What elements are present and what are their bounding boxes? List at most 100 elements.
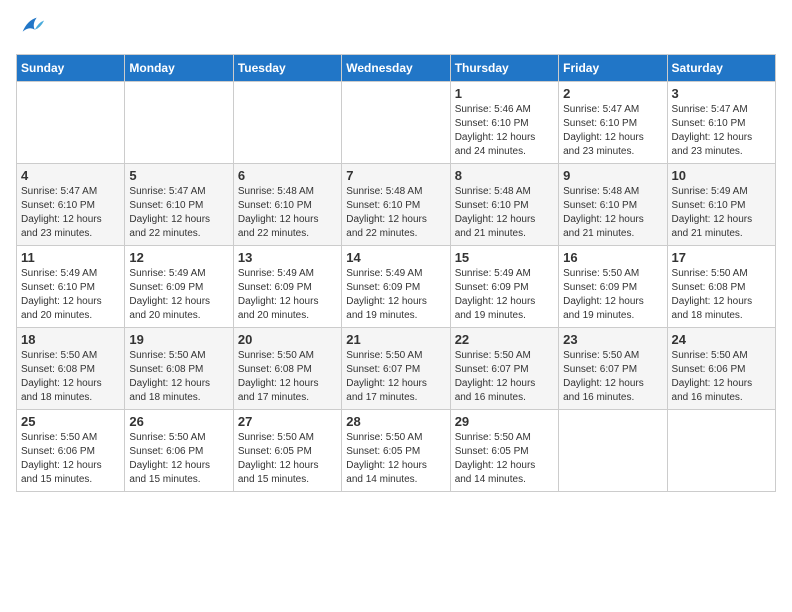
calendar-table: SundayMondayTuesdayWednesdayThursdayFrid… <box>16 54 776 492</box>
day-number: 9 <box>563 168 662 183</box>
calendar-cell <box>559 410 667 492</box>
calendar-cell: 27 Sunrise: 5:50 AM Sunset: 6:05 PM Dayli… <box>233 410 341 492</box>
day-info: Sunrise: 5:50 AM Sunset: 6:05 PM Dayligh… <box>346 431 445 487</box>
day-number: 13 <box>238 250 337 265</box>
calendar-cell: 8 Sunrise: 5:48 AM Sunset: 6:10 PM Daylig… <box>450 164 558 246</box>
calendar-cell: 29 Sunrise: 5:50 AM Sunset: 6:05 PM Dayli… <box>450 410 558 492</box>
logo-bird-icon <box>18 13 46 41</box>
day-info: Sunrise: 5:49 AM Sunset: 6:09 PM Dayligh… <box>238 267 337 323</box>
calendar-week-row: 1Sunrise: 5:46 AM Sunset: 6:10 PM Daylig… <box>17 82 776 164</box>
calendar-cell: 25 Sunrise: 5:50 AM Sunset: 6:06 PM Dayli… <box>17 410 125 492</box>
calendar-cell: 6 Sunrise: 5:48 AM Sunset: 6:10 PM Daylig… <box>233 164 341 246</box>
calendar-cell: 7 Sunrise: 5:48 AM Sunset: 6:10 PM Daylig… <box>342 164 450 246</box>
day-info: Sunrise: 5:47 AM Sunset: 6:10 PM Dayligh… <box>129 185 228 241</box>
day-number: 8 <box>455 168 554 183</box>
day-info: Sunrise: 5:50 AM Sunset: 6:05 PM Dayligh… <box>455 431 554 487</box>
day-info: Sunrise: 5:50 AM Sunset: 6:06 PM Dayligh… <box>672 349 771 405</box>
day-number: 25 <box>21 414 120 429</box>
calendar-cell <box>233 82 341 164</box>
calendar-cell: 11 Sunrise: 5:49 AM Sunset: 6:10 PM Dayli… <box>17 246 125 328</box>
calendar-header-row: SundayMondayTuesdayWednesdayThursdayFrid… <box>17 55 776 82</box>
day-info: Sunrise: 5:48 AM Sunset: 6:10 PM Dayligh… <box>346 185 445 241</box>
day-info: Sunrise: 5:47 AM Sunset: 6:10 PM Dayligh… <box>563 103 662 159</box>
day-info: Sunrise: 5:48 AM Sunset: 6:10 PM Dayligh… <box>455 185 554 241</box>
calendar-cell: 18Sunrise: 5:50 AM Sunset: 6:08 PM Dayli… <box>17 328 125 410</box>
day-number: 11 <box>21 250 120 265</box>
day-number: 2 <box>563 86 662 101</box>
day-number: 1 <box>455 86 554 101</box>
day-number: 20 <box>238 332 337 347</box>
day-number: 19 <box>129 332 228 347</box>
day-info: Sunrise: 5:50 AM Sunset: 6:07 PM Dayligh… <box>563 349 662 405</box>
day-info: Sunrise: 5:49 AM Sunset: 6:09 PM Dayligh… <box>346 267 445 323</box>
day-number: 4 <box>21 168 120 183</box>
day-info: Sunrise: 5:47 AM Sunset: 6:10 PM Dayligh… <box>21 185 120 241</box>
weekday-header-monday: Monday <box>125 55 233 82</box>
calendar-cell: 4 Sunrise: 5:47 AM Sunset: 6:10 PM Daylig… <box>17 164 125 246</box>
calendar-cell: 10Sunrise: 5:49 AM Sunset: 6:10 PM Dayli… <box>667 164 775 246</box>
day-number: 17 <box>672 250 771 265</box>
calendar-cell: 21 Sunrise: 5:50 AM Sunset: 6:07 PM Dayli… <box>342 328 450 410</box>
day-number: 22 <box>455 332 554 347</box>
calendar-cell: 12 Sunrise: 5:49 AM Sunset: 6:09 PM Dayli… <box>125 246 233 328</box>
day-info: Sunrise: 5:50 AM Sunset: 6:08 PM Dayligh… <box>238 349 337 405</box>
weekday-header-friday: Friday <box>559 55 667 82</box>
day-info: Sunrise: 5:50 AM Sunset: 6:06 PM Dayligh… <box>21 431 120 487</box>
day-info: Sunrise: 5:49 AM Sunset: 6:10 PM Dayligh… <box>21 267 120 323</box>
calendar-cell: 9 Sunrise: 5:48 AM Sunset: 6:10 PM Daylig… <box>559 164 667 246</box>
calendar-cell: 22 Sunrise: 5:50 AM Sunset: 6:07 PM Dayli… <box>450 328 558 410</box>
calendar-cell: 13 Sunrise: 5:49 AM Sunset: 6:09 PM Dayli… <box>233 246 341 328</box>
day-number: 12 <box>129 250 228 265</box>
calendar-cell: 26 Sunrise: 5:50 AM Sunset: 6:06 PM Dayli… <box>125 410 233 492</box>
day-info: Sunrise: 5:49 AM Sunset: 6:09 PM Dayligh… <box>129 267 228 323</box>
day-number: 6 <box>238 168 337 183</box>
calendar-week-row: 4 Sunrise: 5:47 AM Sunset: 6:10 PM Daylig… <box>17 164 776 246</box>
calendar-cell: 17 Sunrise: 5:50 AM Sunset: 6:08 PM Dayli… <box>667 246 775 328</box>
day-info: Sunrise: 5:50 AM Sunset: 6:08 PM Dayligh… <box>129 349 228 405</box>
day-info: Sunrise: 5:49 AM Sunset: 6:10 PM Dayligh… <box>672 185 771 241</box>
day-number: 23 <box>563 332 662 347</box>
calendar-cell <box>125 82 233 164</box>
calendar-cell: 2 Sunrise: 5:47 AM Sunset: 6:10 PM Daylig… <box>559 82 667 164</box>
day-number: 16 <box>563 250 662 265</box>
day-number: 15 <box>455 250 554 265</box>
day-info: Sunrise: 5:50 AM Sunset: 6:07 PM Dayligh… <box>346 349 445 405</box>
day-number: 21 <box>346 332 445 347</box>
weekday-header-tuesday: Tuesday <box>233 55 341 82</box>
calendar-cell: 23 Sunrise: 5:50 AM Sunset: 6:07 PM Dayli… <box>559 328 667 410</box>
day-number: 28 <box>346 414 445 429</box>
day-info: Sunrise: 5:48 AM Sunset: 6:10 PM Dayligh… <box>563 185 662 241</box>
calendar-week-row: 11 Sunrise: 5:49 AM Sunset: 6:10 PM Dayli… <box>17 246 776 328</box>
page-header <box>16 16 776 44</box>
day-info: Sunrise: 5:48 AM Sunset: 6:10 PM Dayligh… <box>238 185 337 241</box>
day-number: 7 <box>346 168 445 183</box>
calendar-cell: 20 Sunrise: 5:50 AM Sunset: 6:08 PM Dayli… <box>233 328 341 410</box>
day-info: Sunrise: 5:50 AM Sunset: 6:09 PM Dayligh… <box>563 267 662 323</box>
day-info: Sunrise: 5:50 AM Sunset: 6:08 PM Dayligh… <box>672 267 771 323</box>
calendar-cell: 28 Sunrise: 5:50 AM Sunset: 6:05 PM Dayli… <box>342 410 450 492</box>
calendar-cell: 24 Sunrise: 5:50 AM Sunset: 6:06 PM Dayli… <box>667 328 775 410</box>
calendar-week-row: 18 Sunrise: 5:50 AM Sunset: 6:08 PM Dayli… <box>17 328 776 410</box>
day-number: 26 <box>129 414 228 429</box>
day-number: 14 <box>346 250 445 265</box>
day-info: Sunrise: 5:50 AM Sunset: 6:07 PM Dayligh… <box>455 349 554 405</box>
day-number: 18 <box>21 332 120 347</box>
day-number: 27 <box>238 414 337 429</box>
calendar-week-row: 25 Sunrise: 5:50 AM Sunset: 6:06 PM Dayli… <box>17 410 776 492</box>
weekday-header-wednesday: Wednesday <box>342 55 450 82</box>
day-number: 3 <box>672 86 771 101</box>
calendar-cell: 19 Sunrise: 5:50 AM Sunset: 6:08 PM Dayli… <box>125 328 233 410</box>
calendar-cell: 3 Sunrise: 5:47 AM Sunset: 6:10 PM Daylig… <box>667 82 775 164</box>
calendar-cell: 16 Sunrise: 5:50 AM Sunset: 6:09 PM Dayli… <box>559 246 667 328</box>
calendar-cell <box>17 82 125 164</box>
calendar-cell <box>667 410 775 492</box>
logo <box>16 20 46 44</box>
day-info: Sunrise: 5:47 AM Sunset: 6:10 PM Dayligh… <box>672 103 771 159</box>
calendar-cell <box>342 82 450 164</box>
day-number: 24 <box>672 332 771 347</box>
calendar-cell: 15Sunrise: 5:49 AM Sunset: 6:09 PM Dayli… <box>450 246 558 328</box>
calendar-cell: 5Sunrise: 5:47 AM Sunset: 6:10 PM Daylig… <box>125 164 233 246</box>
day-info: Sunrise: 5:50 AM Sunset: 6:05 PM Dayligh… <box>238 431 337 487</box>
day-number: 29 <box>455 414 554 429</box>
day-info: Sunrise: 5:50 AM Sunset: 6:06 PM Dayligh… <box>129 431 228 487</box>
